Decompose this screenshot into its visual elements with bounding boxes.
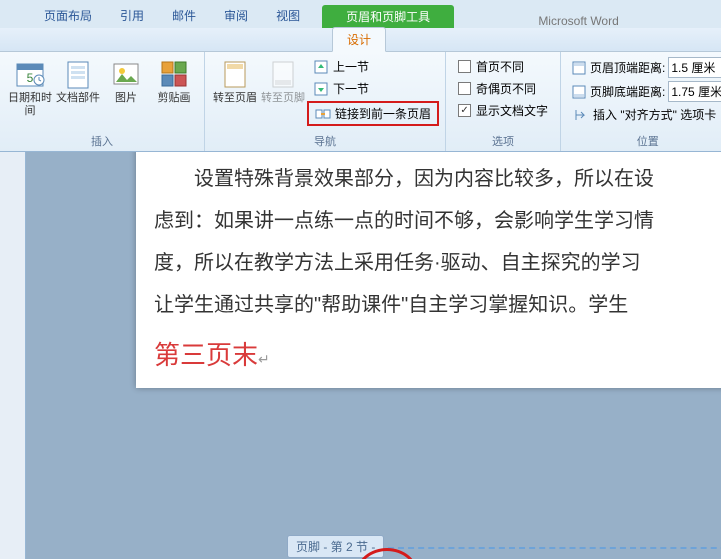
- tab-icon: [573, 107, 589, 123]
- tab-review[interactable]: 审阅: [210, 3, 262, 28]
- header-distance-icon: [571, 60, 587, 76]
- building-blocks-icon: [62, 58, 94, 90]
- checkbox-icon: [458, 82, 471, 95]
- header-distance-input[interactable]: 1.5 厘米: [668, 57, 721, 78]
- goto-footer-icon: [267, 58, 299, 90]
- footer-distance-input[interactable]: 1.75 厘米: [668, 81, 721, 102]
- show-document-text-checkbox[interactable]: ✓ 显示文档文字: [452, 100, 554, 121]
- previous-section-button[interactable]: 上一节: [307, 56, 439, 77]
- tab-mailings[interactable]: 邮件: [158, 3, 210, 28]
- different-first-page-checkbox[interactable]: 首页不同: [452, 56, 554, 77]
- doc-parts-button[interactable]: 文档部件: [54, 56, 102, 120]
- checkbox-checked-icon: ✓: [458, 104, 471, 117]
- link-icon: [315, 106, 331, 122]
- document-area: 设置特殊背景效果部分，因为内容比较多，所以在设 虑到：如果讲一点练一点的时间不够…: [0, 152, 721, 559]
- clipart-button[interactable]: 剪贴画: [150, 56, 198, 120]
- body-text: 让学生通过共享的"帮助课件"自主学习掌握知识。学生: [154, 284, 721, 326]
- tab-design[interactable]: 设计: [332, 27, 386, 52]
- title-bar: Microsoft Word: [454, 14, 721, 28]
- down-arrow-icon: [313, 81, 329, 97]
- page-end-marker: 第三页末↵: [154, 334, 721, 380]
- body-text: 度，所以在教学方法上采用任务·驱动、自主探究的学习: [154, 242, 721, 284]
- up-arrow-icon: [313, 59, 329, 75]
- calendar-icon: 5: [14, 58, 46, 90]
- tab-references[interactable]: 引用: [106, 3, 158, 28]
- header-top-distance-row: 页眉顶端距离: 1.5 厘米: [567, 56, 721, 79]
- date-time-button[interactable]: 5 日期和时间: [6, 56, 54, 120]
- footer-distance-icon: [571, 84, 587, 100]
- next-section-button[interactable]: 下一节: [307, 78, 439, 99]
- vertical-ruler: [0, 152, 26, 559]
- different-odd-even-checkbox[interactable]: 奇偶页不同: [452, 78, 554, 99]
- group-label-position: 位置: [567, 131, 721, 149]
- checkbox-icon: [458, 60, 471, 73]
- link-to-previous-button[interactable]: 链接到前一条页眉: [307, 101, 439, 126]
- body-text: 虑到：如果讲一点练一点的时间不够，会影响学生学习情: [154, 200, 721, 242]
- svg-text:5: 5: [27, 71, 34, 85]
- ribbon: 5 日期和时间 文档部件 图片 剪贴画 插入: [0, 52, 721, 152]
- tab-page-layout[interactable]: 页面布局: [30, 3, 106, 28]
- tab-view[interactable]: 视图: [262, 3, 314, 28]
- group-label-nav: 导航: [211, 131, 439, 149]
- goto-header-icon: [219, 58, 251, 90]
- picture-icon: [110, 58, 142, 90]
- tab-context-header-footer-tools: 页眉和页脚工具: [322, 5, 454, 28]
- group-label-insert: 插入: [6, 131, 198, 149]
- footer-bottom-distance-row: 页脚底端距离: 1.75 厘米: [567, 80, 721, 103]
- body-text: 设置特殊背景效果部分，因为内容比较多，所以在设: [154, 158, 721, 200]
- page[interactable]: 设置特殊背景效果部分，因为内容比较多，所以在设 虑到：如果讲一点练一点的时间不够…: [136, 152, 721, 388]
- picture-button[interactable]: 图片: [102, 56, 150, 120]
- insert-alignment-tab-button[interactable]: 插入 "对齐方式" 选项卡: [567, 104, 721, 125]
- group-label-options: 选项: [452, 131, 554, 149]
- goto-footer-button: 转至页脚: [259, 56, 307, 127]
- goto-header-button[interactable]: 转至页眉: [211, 56, 259, 127]
- clipart-icon: [158, 58, 190, 90]
